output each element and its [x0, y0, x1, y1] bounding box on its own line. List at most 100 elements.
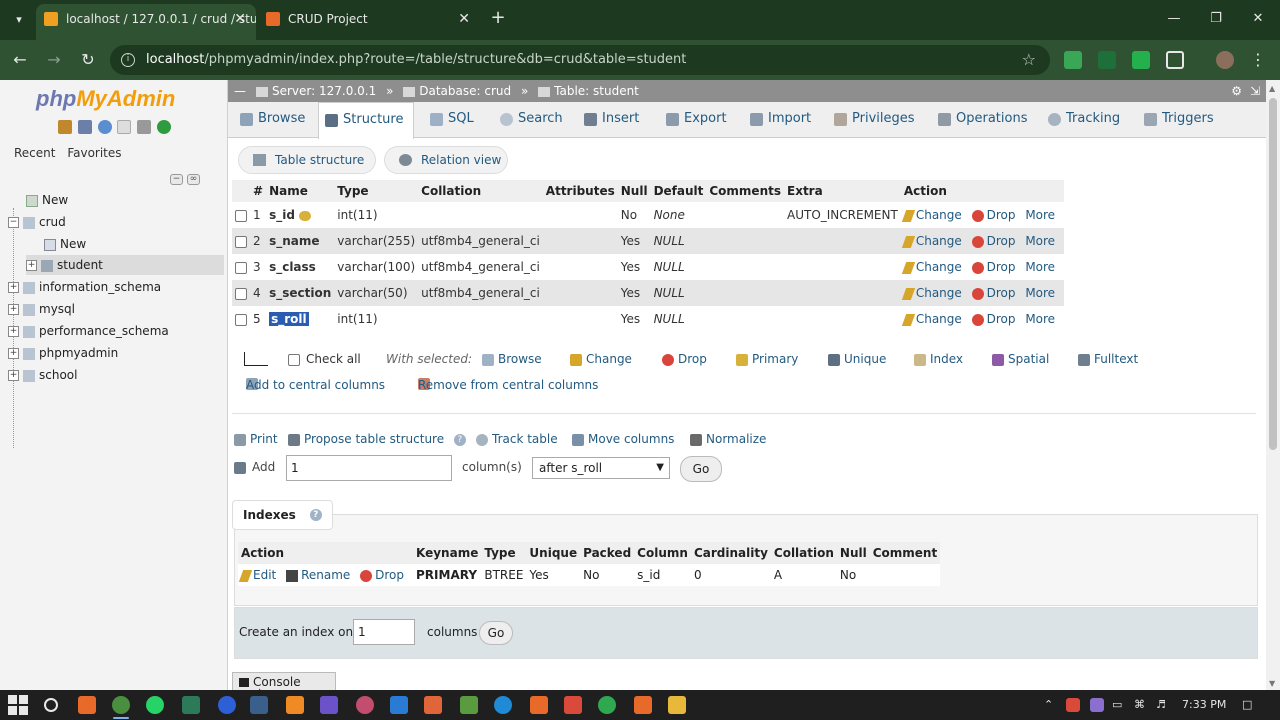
- notifications-icon[interactable]: □: [1242, 690, 1252, 720]
- expand-icon[interactable]: +: [8, 304, 19, 315]
- tab-search[interactable]: Search: [494, 102, 568, 138]
- extensions-puzzle-icon[interactable]: [1166, 51, 1184, 69]
- tab-tracking[interactable]: Tracking: [1042, 102, 1126, 138]
- phpmyadmin-logo[interactable]: phpMyAdmin: [36, 86, 175, 112]
- help-icon[interactable]: [97, 120, 112, 134]
- index-edit-button[interactable]: Edit: [238, 568, 276, 582]
- index-drop-button[interactable]: Drop: [360, 568, 404, 582]
- back-icon[interactable]: ←: [8, 48, 32, 72]
- breadcrumb-server[interactable]: Server: 127.0.0.1: [272, 84, 376, 98]
- drop-button[interactable]: Drop: [971, 234, 1015, 248]
- bulk-change-button[interactable]: Change: [570, 350, 632, 368]
- row-checkbox[interactable]: [235, 261, 247, 274]
- bulk-index-button[interactable]: Index: [914, 350, 963, 368]
- app-taskbar-icon[interactable]: [598, 696, 616, 714]
- expand-icon[interactable]: +: [8, 348, 19, 359]
- more-button[interactable]: More: [1025, 286, 1055, 300]
- settings-gear-icon[interactable]: [137, 120, 152, 134]
- change-button[interactable]: Change: [901, 208, 962, 222]
- tab-privileges[interactable]: Privileges: [828, 102, 918, 138]
- expand-icon[interactable]: +: [8, 370, 19, 381]
- tree-item-new-table[interactable]: New: [44, 234, 86, 254]
- site-info-icon[interactable]: i: [121, 53, 135, 67]
- tab-triggers[interactable]: Triggers: [1138, 102, 1228, 138]
- bookmark-star-icon[interactable]: ☆: [1022, 45, 1036, 75]
- drop-button[interactable]: Drop: [971, 208, 1015, 222]
- check-all-checkbox[interactable]: [288, 353, 300, 366]
- vscode-taskbar-icon[interactable]: [390, 696, 408, 714]
- create-index-go-button[interactable]: Go: [479, 621, 513, 645]
- extension-n-icon[interactable]: [1098, 51, 1116, 69]
- app-taskbar-icon[interactable]: [182, 696, 200, 714]
- battery-icon[interactable]: ▭: [1112, 690, 1122, 720]
- tab-insert[interactable]: Insert: [578, 102, 650, 138]
- tab-sql[interactable]: SQL: [424, 102, 484, 138]
- minimize-icon[interactable]: —: [1162, 8, 1186, 30]
- start-menu-icon[interactable]: [8, 695, 28, 715]
- tree-item-phpmyadmin[interactable]: + phpmyadmin: [8, 343, 118, 363]
- row-checkbox[interactable]: [235, 235, 247, 248]
- recent-tab[interactable]: Recent: [14, 146, 55, 160]
- subtab-table-structure[interactable]: Table structure: [238, 146, 376, 174]
- row-checkbox[interactable]: [235, 287, 247, 300]
- row-checkbox[interactable]: [235, 209, 247, 222]
- more-button[interactable]: More: [1025, 234, 1055, 248]
- breadcrumb-database[interactable]: Database: crud: [419, 84, 511, 98]
- page-scrollbar[interactable]: ▲ ▼: [1266, 80, 1280, 690]
- tab-search-icon[interactable]: ▾: [8, 9, 30, 31]
- change-button[interactable]: Change: [901, 312, 962, 326]
- add-columns-count-input[interactable]: 1: [286, 455, 452, 481]
- propose-structure-link[interactable]: Propose table structure ?: [288, 432, 466, 446]
- scroll-down-icon[interactable]: ▼: [1269, 679, 1275, 688]
- change-button[interactable]: Change: [901, 260, 962, 274]
- column-position-select[interactable]: after s_roll ▼: [532, 457, 670, 479]
- file-explorer-taskbar-icon[interactable]: [668, 696, 686, 714]
- browser-tab-phpmyadmin[interactable]: localhost / 127.0.0.1 / crud / stu ✕: [36, 4, 256, 40]
- tree-item-crud[interactable]: − crud: [8, 212, 66, 232]
- scroll-up-icon[interactable]: ▲: [1269, 84, 1275, 93]
- tree-item-information-schema[interactable]: + information_schema: [8, 277, 161, 297]
- more-button[interactable]: More: [1025, 312, 1055, 326]
- favorites-tab[interactable]: Favorites: [67, 146, 121, 160]
- breadcrumb-table[interactable]: Table: student: [554, 84, 639, 98]
- tray-chevron-icon[interactable]: ⌃: [1044, 690, 1053, 720]
- move-columns-link[interactable]: Move columns: [572, 432, 674, 446]
- edge-taskbar-icon[interactable]: [494, 696, 512, 714]
- taskbar-search-icon[interactable]: [44, 698, 58, 712]
- collapse-icon[interactable]: −: [8, 217, 19, 228]
- drop-button[interactable]: Drop: [971, 312, 1015, 326]
- restore-icon[interactable]: ❐: [1204, 8, 1228, 30]
- app-taskbar-icon[interactable]: [250, 696, 268, 714]
- whatsapp-taskbar-icon[interactable]: [146, 696, 164, 714]
- window-close-icon[interactable]: ✕: [1246, 8, 1270, 30]
- close-tab-icon[interactable]: ✕: [234, 4, 246, 34]
- subtab-relation-view[interactable]: Relation view: [384, 146, 508, 174]
- bulk-unique-button[interactable]: Unique: [828, 350, 886, 368]
- tree-item-student[interactable]: + student: [26, 255, 224, 275]
- scrollbar-thumb[interactable]: [1269, 98, 1277, 450]
- console-toggle[interactable]: Console: [232, 672, 336, 692]
- app-taskbar-icon[interactable]: [564, 696, 582, 714]
- normalize-link[interactable]: Normalize: [690, 432, 766, 446]
- logout-icon[interactable]: [77, 120, 92, 134]
- new-tab-icon[interactable]: +: [486, 6, 510, 30]
- expand-icon[interactable]: +: [8, 282, 19, 293]
- drop-button[interactable]: Drop: [971, 286, 1015, 300]
- app-taskbar-icon[interactable]: [356, 696, 374, 714]
- help-icon[interactable]: ?: [309, 509, 322, 521]
- browser-menu-icon[interactable]: ⋮: [1246, 48, 1270, 72]
- home-icon[interactable]: [58, 120, 72, 134]
- browser-tab-crud-project[interactable]: CRUD Project ✕: [258, 4, 480, 40]
- settings-gear-icon[interactable]: ⚙: [1231, 80, 1242, 102]
- row-checkbox[interactable]: [235, 313, 247, 326]
- print-link[interactable]: Print: [234, 432, 278, 446]
- reload-icon[interactable]: ↻: [76, 48, 100, 72]
- wifi-icon[interactable]: ⌘: [1134, 690, 1145, 720]
- help-icon[interactable]: ?: [453, 433, 466, 446]
- xampp-taskbar-icon[interactable]: [78, 696, 96, 714]
- url-input[interactable]: i localhost/phpmyadmin/index.php?route=/…: [110, 45, 1050, 75]
- add-columns-go-button[interactable]: Go: [680, 456, 722, 482]
- extension-wa-icon[interactable]: [1132, 51, 1150, 69]
- bulk-primary-button[interactable]: Primary: [736, 350, 798, 368]
- tree-item-school[interactable]: + school: [8, 365, 77, 385]
